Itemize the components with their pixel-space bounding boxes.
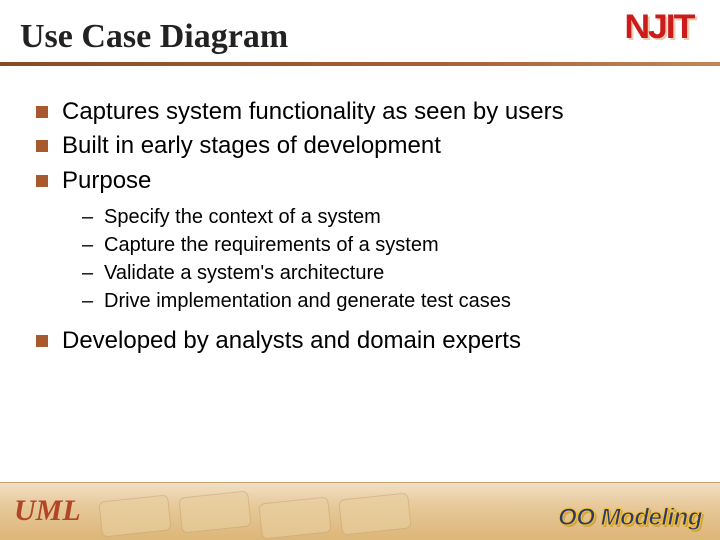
bullet-text: Purpose xyxy=(62,167,151,194)
slide: Use Case Diagram NJIT Captures system fu… xyxy=(0,0,720,540)
sub-bullet-text: Drive implementation and generate test c… xyxy=(104,290,511,312)
footer-decoration xyxy=(90,482,470,540)
deco-card xyxy=(98,494,171,537)
bullet-item: Developed by analysts and domain experts xyxy=(28,325,696,357)
bullet-list-level2: Specify the context of a system Capture … xyxy=(28,203,696,315)
bullet-list-level1: Developed by analysts and domain experts xyxy=(28,325,696,357)
slide-title: Use Case Diagram xyxy=(20,18,720,56)
bullet-text: Built in early stages of development xyxy=(62,132,441,159)
oo-modeling-footer-label: OO Modeling xyxy=(558,504,702,532)
bullet-text: Developed by analysts and domain experts xyxy=(62,327,521,354)
sub-bullet-item: Validate a system's architecture xyxy=(82,259,696,287)
bullet-item: Captures system functionality as seen by… xyxy=(28,96,696,128)
slide-content: Captures system functionality as seen by… xyxy=(0,66,720,358)
sub-bullet-text: Specify the context of a system xyxy=(104,206,381,228)
bullet-item: Purpose xyxy=(28,165,696,197)
deco-card xyxy=(338,492,411,535)
sub-bullet-item: Specify the context of a system xyxy=(82,203,696,231)
sub-bullet-text: Validate a system's architecture xyxy=(104,262,384,284)
sub-bullet-text: Capture the requirements of a system xyxy=(104,234,439,256)
deco-card xyxy=(258,496,331,539)
slide-header: Use Case Diagram NJIT xyxy=(0,0,720,56)
sub-bullet-item: Capture the requirements of a system xyxy=(82,231,696,259)
sub-bullet-item: Drive implementation and generate test c… xyxy=(82,287,696,315)
uml-footer-label: UML xyxy=(14,494,81,528)
bullet-text: Captures system functionality as seen by… xyxy=(62,98,564,125)
deco-card xyxy=(178,490,251,533)
slide-footer: UML OO Modeling xyxy=(0,482,720,540)
bullet-item: Built in early stages of development xyxy=(28,130,696,162)
bullet-list-level1: Captures system functionality as seen by… xyxy=(28,96,696,197)
njit-logo: NJIT xyxy=(625,8,694,47)
